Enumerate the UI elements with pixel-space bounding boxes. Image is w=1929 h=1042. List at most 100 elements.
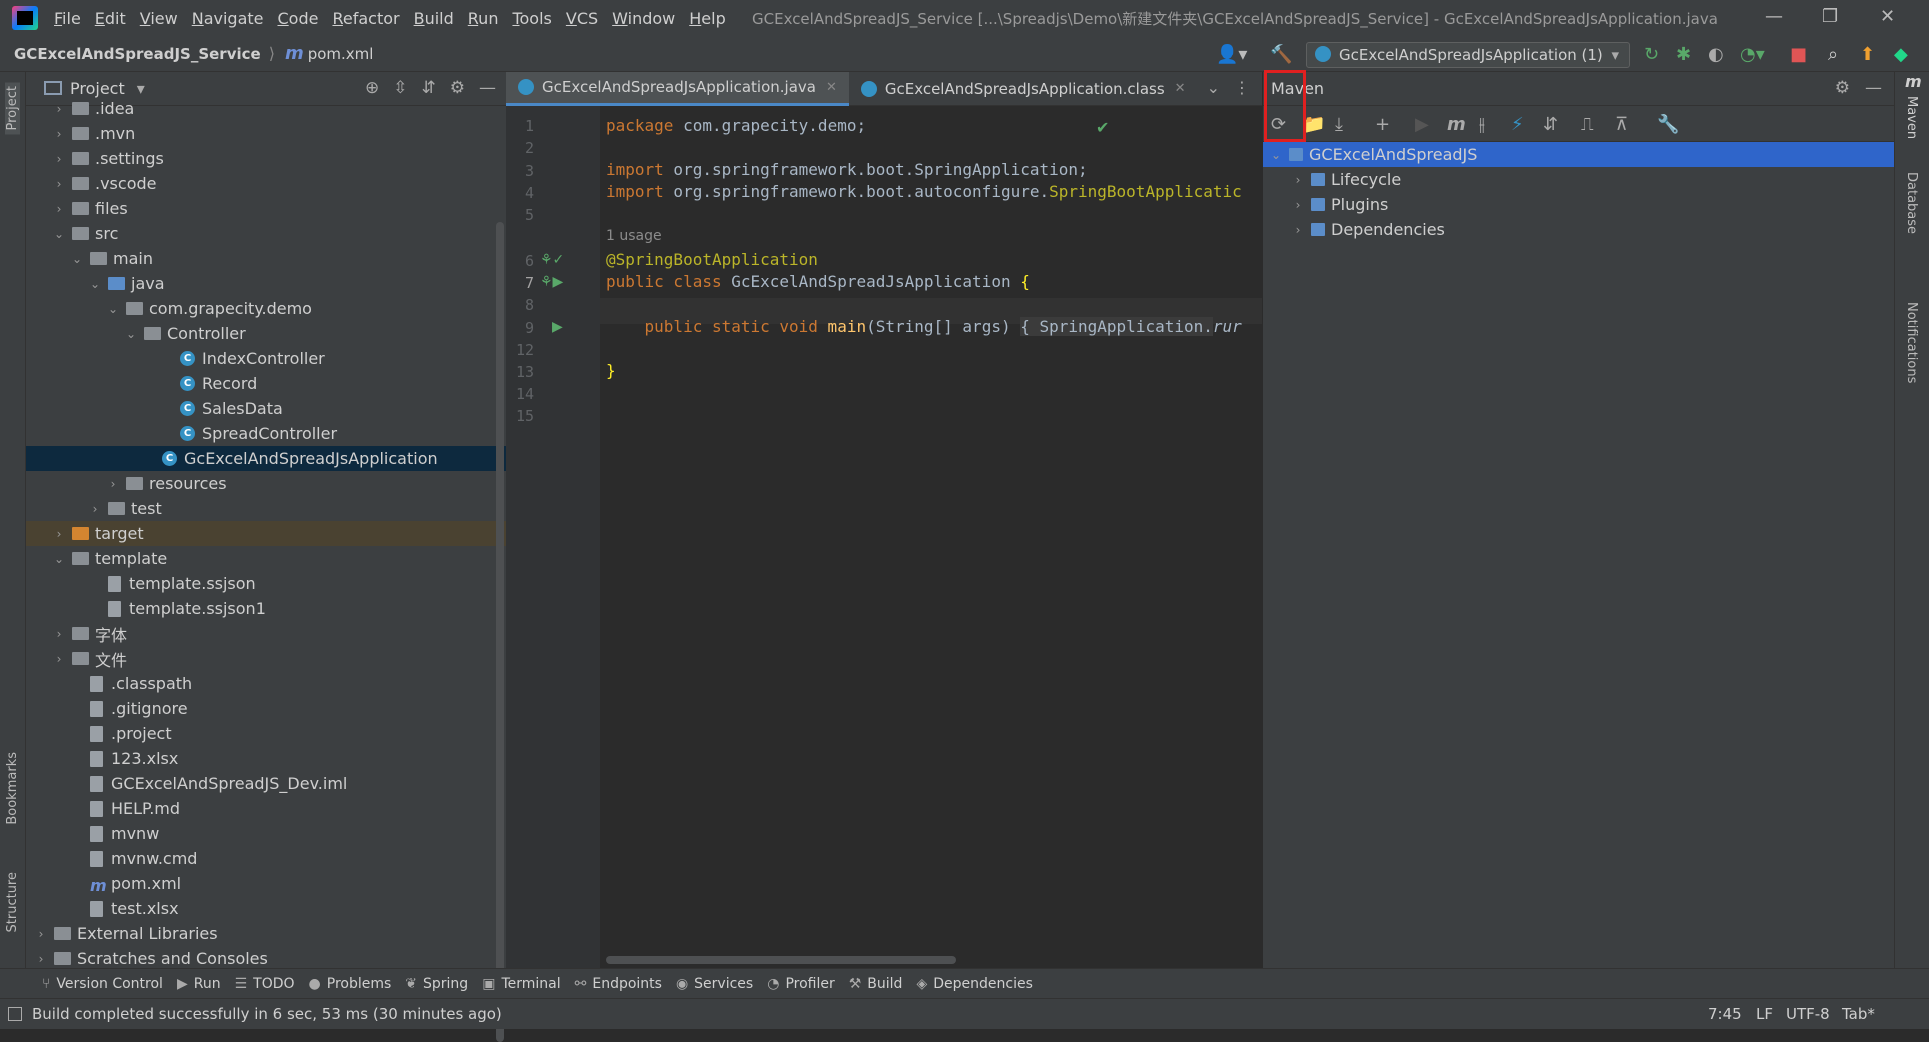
tree-node[interactable]: › .settings [26, 146, 506, 171]
status-message[interactable]: Build completed successfully in 6 sec, 5… [32, 1005, 502, 1023]
chevron-right-icon[interactable]: › [52, 527, 66, 541]
tab-application-java[interactable]: GcExcelAndSpreadJsApplication.java ✕ [506, 71, 849, 106]
tree-node[interactable]: HELP.md [26, 796, 506, 821]
tree-node[interactable]: C SpreadController [26, 421, 506, 446]
tree-node[interactable]: C SalesData [26, 396, 506, 421]
code-line-3[interactable]: import org.springframework.boot.SpringAp… [606, 160, 1088, 179]
chevron-right-icon[interactable]: › [52, 127, 66, 141]
locate-icon[interactable]: ⊕ [365, 78, 379, 98]
tool-problems[interactable]: ● Problems [309, 976, 392, 992]
tab-application-class[interactable]: GcExcelAndSpreadJsApplication.class ✕ [849, 72, 1198, 106]
chevron-right-icon[interactable]: › [88, 502, 102, 516]
user-icon[interactable]: 👤▾ [1216, 44, 1247, 65]
menu-run[interactable]: Run [468, 9, 499, 28]
usage-hint[interactable]: 1 usage [606, 228, 662, 244]
chevron-right-icon[interactable]: › [1291, 223, 1305, 237]
spring-bean-gutter-icon[interactable]: ⚘✓ [540, 252, 564, 268]
build-hammer-icon[interactable]: 🔨 [1270, 44, 1292, 65]
caret-position[interactable]: 7:45 [1708, 1005, 1742, 1023]
tree-node[interactable]: ⌄ src [26, 221, 506, 246]
tree-node[interactable]: .project [26, 721, 506, 746]
search-icon[interactable]: ⌕ [1828, 44, 1838, 65]
chevron-right-icon[interactable]: › [52, 152, 66, 166]
jetbrains-toolbox-icon[interactable]: ◆ [1894, 44, 1908, 65]
run-gutter-icon[interactable]: ▶ [552, 319, 563, 335]
tree-node[interactable]: › .vscode [26, 171, 506, 196]
menu-view[interactable]: View [140, 9, 178, 28]
generate-sources-icon[interactable]: 📁 [1303, 114, 1325, 135]
maven-tool-tab[interactable]: Maven [1904, 96, 1919, 139]
chevron-right-icon[interactable]: › [106, 477, 120, 491]
code-line-13[interactable]: } [606, 361, 616, 380]
menu-help[interactable]: Help [689, 9, 725, 28]
chevron-down-icon[interactable]: ⌄ [124, 327, 138, 341]
menu-code[interactable]: Code [278, 9, 319, 28]
chevron-right-icon[interactable]: › [52, 102, 66, 116]
breadcrumb-file[interactable]: pom.xml [308, 45, 374, 63]
show-dependencies-icon[interactable]: ⎍ [1581, 114, 1594, 135]
update-icon[interactable]: ⬆ [1860, 44, 1875, 65]
chevron-right-icon[interactable]: › [34, 952, 48, 966]
file-encoding[interactable]: UTF-8 [1786, 1005, 1830, 1023]
tree-node[interactable]: C IndexController [26, 346, 506, 371]
chevron-right-icon[interactable]: › [1291, 173, 1305, 187]
more-options-icon[interactable]: ⋮ [1234, 78, 1250, 97]
tree-node[interactable]: test.xlsx [26, 896, 506, 921]
tree-node[interactable]: C Record [26, 371, 506, 396]
project-scrollbar[interactable] [496, 222, 504, 1042]
minimize-icon[interactable]: — [1765, 6, 1783, 27]
expand-all-icon[interactable]: ⇳ [393, 78, 407, 98]
show-diagram-icon[interactable]: ⊼ [1615, 114, 1628, 135]
code-line-1[interactable]: package com.grapecity.demo; [606, 116, 866, 135]
gear-icon[interactable]: ⚙ [450, 78, 465, 98]
hide-panel-icon[interactable]: — [479, 78, 496, 98]
chevron-right-icon[interactable]: › [52, 627, 66, 641]
structure-tool-tab[interactable]: Structure [5, 872, 20, 932]
gear-icon[interactable]: ⚙ [1835, 78, 1850, 98]
maven-tree-node[interactable]: ⌄ GCExcelAndSpreadJS [1263, 142, 1894, 167]
tool-build[interactable]: ⚒ Build [849, 976, 903, 992]
chevron-down-icon[interactable]: ⌄ [52, 227, 66, 241]
tree-node[interactable]: › 文件 [26, 646, 506, 671]
tool-spring[interactable]: ❦ Spring [405, 976, 468, 992]
chevron-right-icon[interactable]: › [1291, 198, 1305, 212]
tool-dependencies[interactable]: ◈ Dependencies [916, 976, 1032, 992]
tree-node[interactable]: › External Libraries [26, 921, 506, 946]
tree-node[interactable]: ⌄ com.grapecity.demo [26, 296, 506, 321]
tree-node[interactable]: m pom.xml [26, 871, 506, 896]
bookmarks-tool-tab[interactable]: Bookmarks [5, 752, 20, 825]
close-tab-icon[interactable]: ✕ [1175, 81, 1186, 96]
menu-edit[interactable]: Edit [95, 9, 126, 28]
code-line-6[interactable]: @SpringBootApplication [606, 250, 818, 269]
tree-node[interactable]: C GcExcelAndSpreadJsApplication [26, 446, 506, 471]
chevron-down-icon[interactable]: ⌄ [1269, 148, 1283, 162]
maven-tree-node[interactable]: › Dependencies [1263, 217, 1894, 242]
maven-tree-node[interactable]: › Lifecycle [1263, 167, 1894, 192]
tool-terminal[interactable]: ▣ Terminal [482, 976, 560, 992]
close-tab-icon[interactable]: ✕ [826, 80, 837, 95]
editor-horizontal-scrollbar[interactable] [606, 956, 956, 964]
stop-icon[interactable]: ■ [1790, 44, 1807, 65]
rerun-icon[interactable]: ↻ [1644, 44, 1659, 65]
code-line-7[interactable]: public class GcExcelAndSpreadJsApplicati… [606, 272, 1030, 291]
menu-navigate[interactable]: Navigate [192, 9, 264, 28]
chevron-down-icon[interactable]: ⌄ [88, 277, 102, 291]
profile-icon[interactable]: ◔▾ [1740, 44, 1765, 65]
indent-setting[interactable]: Tab* [1842, 1005, 1875, 1023]
folded-code[interactable]: { SpringApplication. [1020, 317, 1213, 336]
chevron-right-icon[interactable]: › [52, 177, 66, 191]
chevron-down-icon[interactable]: ⌄ [52, 552, 66, 566]
tool-profiler[interactable]: ◔ Profiler [767, 976, 835, 992]
execute-maven-goal-icon[interactable]: m [1447, 114, 1466, 135]
tree-node[interactable]: 123.xlsx [26, 746, 506, 771]
tool-run[interactable]: ▶ Run [177, 976, 221, 992]
hide-panel-icon[interactable]: — [1865, 78, 1882, 98]
close-icon[interactable]: ✕ [1880, 6, 1895, 27]
tree-node[interactable]: › resources [26, 471, 506, 496]
tree-node[interactable]: .gitignore [26, 696, 506, 721]
tree-node[interactable]: template.ssjson1 [26, 596, 506, 621]
code-line-4[interactable]: import org.springframework.boot.autoconf… [606, 182, 1242, 201]
tree-node[interactable]: › 字体 [26, 621, 506, 646]
notifications-tool-tab[interactable]: Notifications [1904, 302, 1919, 383]
menu-vcs[interactable]: VCS [566, 9, 598, 28]
